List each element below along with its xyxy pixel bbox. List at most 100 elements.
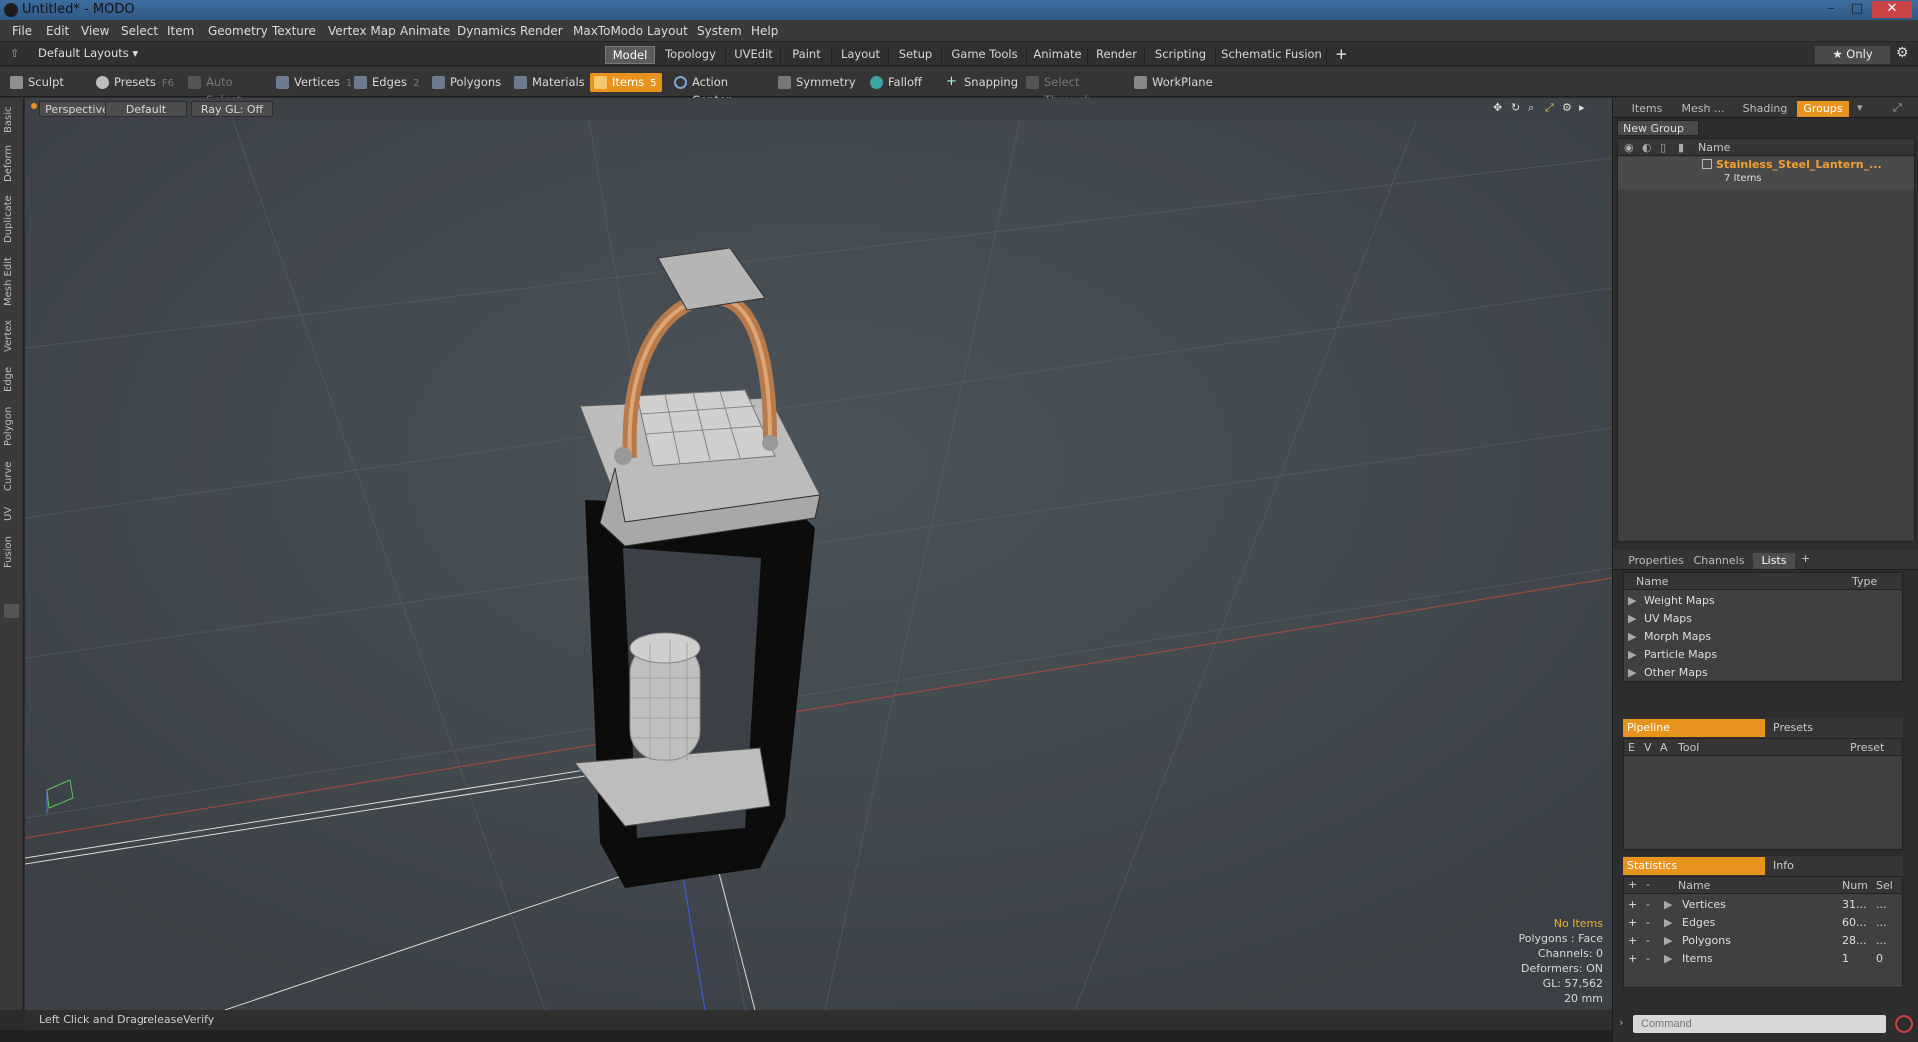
- menu-maxtomodo[interactable]: MaxToModo: [573, 24, 643, 38]
- stats-row[interactable]: + - ▶ Items 1 0: [1624, 950, 1902, 968]
- tab-animate[interactable]: Animate: [1028, 46, 1088, 64]
- symmetry-button[interactable]: Symmetry: [774, 73, 856, 92]
- tab-render[interactable]: Render: [1089, 46, 1145, 64]
- tab-uvedit[interactable]: UVEdit: [727, 46, 781, 64]
- menu-edit[interactable]: Edit: [46, 24, 69, 38]
- menu-help[interactable]: Help: [751, 24, 778, 38]
- select-through-button[interactable]: Select Through: [1022, 73, 1122, 107]
- vertices-button[interactable]: Vertices 1: [272, 73, 352, 92]
- expand-panel-icon[interactable]: ⤢: [1893, 101, 1902, 115]
- expand-arrow-icon[interactable]: ▶: [1664, 916, 1672, 929]
- tab-model[interactable]: Model: [605, 46, 655, 64]
- expand-arrow-icon[interactable]: ▶: [1628, 666, 1636, 679]
- rotate-icon[interactable]: ↻: [1511, 101, 1520, 114]
- 3d-viewport[interactable]: [25, 98, 1612, 1010]
- stats-remove-button[interactable]: -: [1646, 952, 1650, 965]
- expand-arrow-icon[interactable]: ▶: [1628, 648, 1636, 661]
- menu-view[interactable]: View: [81, 24, 109, 38]
- sculpt-button[interactable]: Sculpt: [6, 73, 86, 92]
- pan-icon[interactable]: ✥: [1493, 101, 1502, 114]
- menu-dynamics[interactable]: Dynamics: [457, 24, 516, 38]
- tab-items[interactable]: Items: [1625, 101, 1669, 117]
- materials-button[interactable]: Materials: [510, 73, 586, 92]
- list-item[interactable]: ▶ Other Maps: [1624, 664, 1902, 682]
- expand-arrow-icon[interactable]: ▶: [1664, 952, 1672, 965]
- viewport-menu-icon[interactable]: ▸: [1579, 101, 1585, 114]
- items-button[interactable]: Items 5: [590, 73, 662, 92]
- tab-groups[interactable]: Groups: [1797, 101, 1849, 117]
- tab-shading[interactable]: Shading: [1737, 101, 1793, 117]
- tab-setup[interactable]: Setup: [890, 46, 942, 64]
- shading-default-button[interactable]: Default: [105, 101, 187, 117]
- viewport-settings-icon[interactable]: ⚙: [1562, 101, 1572, 114]
- tab-topology[interactable]: Topology: [656, 46, 726, 64]
- command-history-icon[interactable]: [1895, 1015, 1913, 1033]
- fit-icon[interactable]: ⤢: [1545, 101, 1554, 115]
- gear-icon[interactable]: ⚙: [1896, 45, 1909, 61]
- menu-select[interactable]: Select: [121, 24, 158, 38]
- expand-arrow-icon[interactable]: ▶: [1628, 630, 1636, 643]
- tab-game-tools[interactable]: Game Tools: [943, 46, 1027, 64]
- stats-add-button[interactable]: +: [1628, 898, 1637, 911]
- tab-info[interactable]: Info: [1769, 857, 1899, 875]
- tab-properties[interactable]: Properties: [1625, 553, 1687, 569]
- falloff-button[interactable]: Falloff: [866, 73, 938, 92]
- tab-mesh[interactable]: Mesh ...: [1673, 101, 1733, 117]
- only-button[interactable]: ★ Only: [1815, 46, 1890, 64]
- menu-vertex-map[interactable]: Vertex Map: [328, 24, 396, 38]
- menu-geometry[interactable]: Geometry: [208, 24, 268, 38]
- tab-curve[interactable]: Curve: [3, 456, 21, 496]
- tab-polygon[interactable]: Polygon: [3, 402, 21, 450]
- menu-texture[interactable]: Texture: [272, 24, 316, 38]
- menu-animate[interactable]: Animate: [400, 24, 450, 38]
- stats-remove-button[interactable]: -: [1646, 916, 1650, 929]
- tab-mesh-edit[interactable]: Mesh Edit: [3, 254, 21, 310]
- tab-fusion[interactable]: Fusion: [3, 532, 21, 572]
- view-perspective-button[interactable]: Perspective: [39, 101, 115, 117]
- stats-remove-button[interactable]: -: [1646, 934, 1650, 947]
- render-icon[interactable]: ◐: [1642, 141, 1652, 154]
- layout-selector[interactable]: Default Layouts ▾: [38, 46, 138, 60]
- tab-uv[interactable]: UV: [3, 502, 21, 526]
- stats-add-button[interactable]: +: [1628, 916, 1637, 929]
- tab-scripting[interactable]: Scripting: [1146, 46, 1216, 64]
- panel-toggle-icon[interactable]: [4, 604, 19, 618]
- add-list-tab-button[interactable]: +: [1801, 552, 1810, 565]
- tab-basic[interactable]: Basic: [3, 104, 21, 136]
- auto-select-button[interactable]: Auto Select: [184, 73, 268, 107]
- expand-arrow-icon[interactable]: ▶: [1664, 898, 1672, 911]
- stats-remove-all[interactable]: -: [1646, 878, 1650, 891]
- list-item[interactable]: ▶ Morph Maps: [1624, 628, 1902, 646]
- stats-remove-button[interactable]: -: [1646, 898, 1650, 911]
- group-row[interactable]: Stainless_Steel_Lantern_... 7 Items: [1618, 157, 1914, 189]
- tab-paint[interactable]: Paint: [782, 46, 832, 64]
- polygons-button[interactable]: Polygons: [428, 73, 501, 92]
- stats-row[interactable]: + - ▶ Edges 60... ...: [1624, 914, 1902, 932]
- snapping-button[interactable]: + Snapping: [942, 73, 1024, 92]
- tab-lists[interactable]: Lists: [1753, 553, 1795, 569]
- expand-arrow-icon[interactable]: ▶: [1628, 612, 1636, 625]
- panel-dropdown-icon[interactable]: ▾: [1857, 101, 1863, 114]
- list-item[interactable]: ▶ Weight Maps: [1624, 592, 1902, 610]
- maximize-button[interactable]: □: [1846, 1, 1868, 18]
- expand-arrow-icon[interactable]: ▶: [1628, 594, 1636, 607]
- workplane-button[interactable]: WorkPlane: [1130, 73, 1213, 92]
- menu-render[interactable]: Render: [520, 24, 563, 38]
- edges-button[interactable]: Edges 2: [350, 73, 426, 92]
- close-button[interactable]: ✕: [1872, 1, 1912, 18]
- action-center-button[interactable]: Action Center: [670, 73, 762, 107]
- tab-layout[interactable]: Layout: [833, 46, 889, 64]
- add-tab-button[interactable]: +: [1335, 45, 1348, 63]
- tab-statistics[interactable]: Statistics: [1623, 857, 1765, 875]
- tab-edge[interactable]: Edge: [3, 362, 21, 396]
- command-expand-icon[interactable]: ›: [1619, 1016, 1623, 1029]
- zoom-icon[interactable]: ⌕: [1528, 101, 1534, 115]
- list-item[interactable]: ▶ Particle Maps: [1624, 646, 1902, 664]
- menu-item[interactable]: Item: [167, 24, 194, 38]
- tab-presets[interactable]: Presets: [1769, 719, 1899, 737]
- stats-row[interactable]: + - ▶ Polygons 28... ...: [1624, 932, 1902, 950]
- menu-file[interactable]: File: [12, 24, 32, 38]
- tab-deform[interactable]: Deform: [3, 142, 21, 184]
- select-icon[interactable]: ▮: [1678, 141, 1684, 154]
- stats-add-all[interactable]: +: [1628, 878, 1637, 891]
